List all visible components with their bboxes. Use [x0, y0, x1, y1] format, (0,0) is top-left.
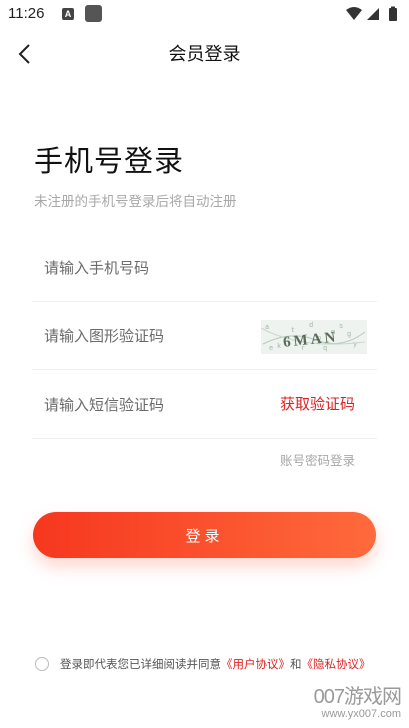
status-time: 11:26: [8, 5, 45, 22]
status-icons: [345, 6, 401, 22]
agreement-checkbox[interactable]: [35, 657, 49, 671]
login-button[interactable]: 登录: [33, 512, 376, 558]
phone-field-row: [32, 233, 377, 303]
svg-text:g: g: [347, 331, 351, 339]
captcha-image[interactable]: akt dqs yeg prm 6MAN: [261, 320, 367, 354]
privacy-policy-link[interactable]: 《隐私协议》: [302, 657, 371, 671]
wifi-icon: [346, 7, 362, 20]
captcha-input[interactable]: [42, 301, 246, 371]
account-password-login-link[interactable]: 账号密码登录: [280, 450, 355, 469]
app-notification-icon: A: [62, 8, 74, 20]
svg-text:k: k: [277, 343, 281, 351]
login-subheading: 未注册的手机号登录后将自动注册: [34, 194, 237, 210]
agreement-text: 登录即代表您已详细阅读并同意《用户协议》和《隐私协议》: [60, 656, 371, 672]
signal-icon: [367, 8, 379, 20]
agreement-prefix: 登录即代表您已详细阅读并同意: [60, 657, 221, 671]
sms-field-row: 获取验证码: [32, 370, 377, 440]
svg-text:s: s: [339, 323, 343, 331]
watermark: 007游戏网 www.yx007.com: [295, 678, 405, 726]
captcha-field-row: akt dqs yeg prm 6MAN: [32, 301, 377, 371]
watermark-logo: 007游戏网: [313, 686, 402, 708]
top-bar: 会员登录: [0, 30, 409, 76]
get-sms-code-button[interactable]: 获取验证码: [280, 370, 355, 438]
page-title: 会员登录: [168, 44, 241, 65]
login-heading: 手机号登录: [34, 144, 185, 178]
watermark-url: www.yx007.com: [321, 708, 401, 720]
svg-text:d: d: [309, 322, 313, 330]
phone-input[interactable]: [42, 233, 246, 303]
agreement-conjunction: 和: [290, 657, 302, 671]
battery-icon: [389, 6, 397, 21]
status-bar: 11:26 A: [0, 0, 409, 30]
app-notification-icon-2: [85, 5, 102, 22]
svg-text:y: y: [353, 341, 357, 349]
svg-text:e: e: [269, 345, 273, 353]
sms-code-input[interactable]: [42, 370, 246, 440]
user-agreement-link[interactable]: 《用户协议》: [221, 657, 290, 671]
